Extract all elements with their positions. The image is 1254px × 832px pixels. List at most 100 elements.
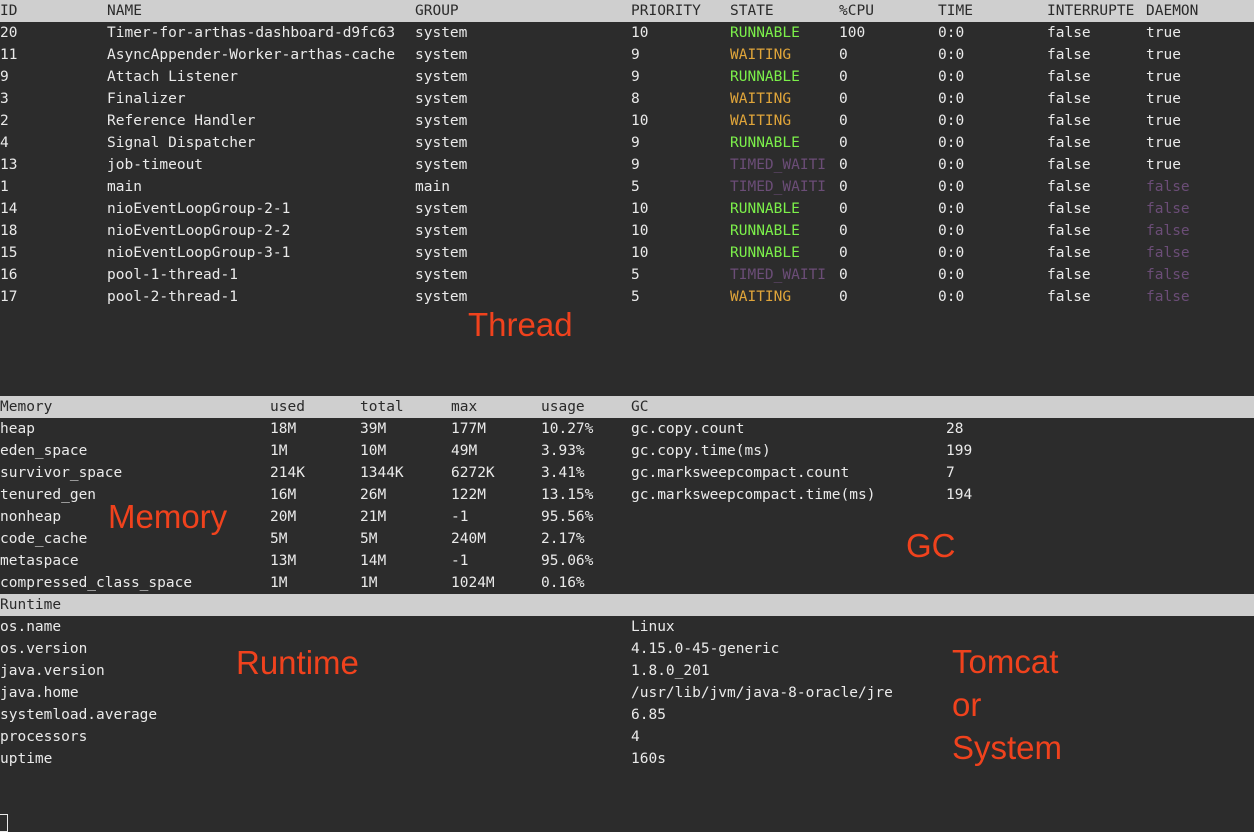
thread-group: system [415, 47, 468, 63]
memory-gc-header: Memory used total max usage GC [0, 396, 1254, 418]
col-group-header: GROUP [415, 3, 459, 19]
thread-priority: 9 [631, 69, 640, 85]
thread-name: nioEventLoopGroup-3-1 [107, 245, 291, 261]
thread-row: 16 pool-1-thread-1 system 5 TIMED_WAITI 0 0:0 f… [0, 264, 1254, 286]
memory-used: 214K [270, 465, 305, 481]
memory-total: 10M [360, 443, 387, 459]
thread-group: system [415, 69, 468, 85]
gc-row: gc.marksweepcompact.count 7 [631, 462, 1251, 484]
gc-row: gc.copy.count 28 [631, 418, 1251, 440]
thread-interrupted: false [1047, 245, 1091, 261]
thread-time: 0:0 [938, 289, 965, 305]
thread-cpu: 100 [839, 25, 866, 41]
thread-time: 0:0 [938, 47, 965, 63]
memory-row: nonheap 20M 21M -1 95.56% [0, 506, 625, 528]
thread-time: 0:0 [938, 223, 965, 239]
col-time-header: TIME [938, 3, 973, 19]
runtime-row: uptime 160s [0, 748, 1254, 770]
thread-row: 11 AsyncAppender-Worker-arthas-cache syste… [0, 44, 1254, 66]
memory-usage: 95.56% [541, 509, 594, 525]
gc-value: 194 [946, 487, 973, 503]
thread-id: 4 [0, 135, 9, 151]
thread-id: 20 [0, 25, 18, 41]
gc-value: 7 [946, 465, 955, 481]
thread-daemon: false [1146, 289, 1190, 305]
thread-daemon: true [1146, 25, 1181, 41]
thread-priority: 5 [631, 289, 640, 305]
memory-name: eden_space [0, 443, 88, 459]
runtime-row: os.version 4.15.0-45-generic [0, 638, 1254, 660]
thread-row: 2 Reference Handler system 10 WAITING 0 0:0 fal… [0, 110, 1254, 132]
thread-cpu: 0 [839, 113, 848, 129]
memory-used: 1M [270, 575, 288, 591]
memory-col-max-header: max [451, 399, 478, 415]
thread-group: system [415, 113, 468, 129]
thread-state: WAITING [730, 91, 792, 107]
memory-used: 18M [270, 421, 297, 437]
memory-annotation: Memory [108, 498, 228, 535]
thread-id: 15 [0, 245, 18, 261]
thread-daemon: false [1146, 267, 1190, 283]
thread-row: 3 Finalizer system 8 WAITING 0 0:0 false true [0, 88, 1254, 110]
thread-priority: 5 [631, 267, 640, 283]
thread-id: 2 [0, 113, 9, 129]
thread-row: 15 nioEventLoopGroup-3-1 system 10 RUNNABLE 0… [0, 242, 1254, 264]
thread-name: main [107, 179, 142, 195]
thread-id: 11 [0, 47, 18, 63]
runtime-value: 4.15.0-45-generic [631, 641, 780, 657]
col-priority-header: PRIORITY [631, 3, 701, 19]
thread-time: 0:0 [938, 267, 965, 283]
thread-interrupted: false [1047, 289, 1091, 305]
thread-group: main [415, 179, 450, 195]
memory-col-total-header: total [360, 399, 404, 415]
thread-row: 14 nioEventLoopGroup-2-1 system 10 RUNNABLE 0… [0, 198, 1254, 220]
thread-priority: 10 [631, 201, 649, 217]
memory-row: compressed_class_space 1M 1M 1024M 0.16% [0, 572, 625, 594]
memory-name: survivor_space [0, 465, 123, 481]
thread-cpu: 0 [839, 289, 848, 305]
runtime-header-label: Runtime [0, 597, 62, 613]
thread-name: Timer-for-arthas-dashboard-d9fc63 [107, 25, 396, 41]
thread-interrupted: false [1047, 113, 1091, 129]
thread-state: RUNNABLE [730, 135, 800, 151]
memory-total: 1344K [360, 465, 404, 481]
thread-state: RUNNABLE [730, 25, 800, 41]
memory-used: 20M [270, 509, 297, 525]
thread-interrupted: false [1047, 69, 1091, 85]
memory-usage: 0.16% [541, 575, 585, 591]
memory-usage: 10.27% [541, 421, 594, 437]
memory-used: 16M [270, 487, 297, 503]
thread-group: system [415, 245, 468, 261]
gc-key: gc.marksweepcompact.time(ms) [631, 487, 876, 503]
runtime-key: os.name [0, 619, 62, 635]
gc-key: gc.copy.time(ms) [631, 443, 771, 459]
thread-daemon: true [1146, 135, 1181, 151]
memory-max: 122M [451, 487, 486, 503]
thread-name: Reference Handler [107, 113, 256, 129]
thread-state: RUNNABLE [730, 69, 800, 85]
thread-group: system [415, 25, 468, 41]
thread-time: 0:0 [938, 69, 965, 85]
thread-daemon: true [1146, 47, 1181, 63]
thread-daemon: false [1146, 245, 1190, 261]
thread-interrupted: false [1047, 135, 1091, 151]
thread-priority: 8 [631, 91, 640, 107]
thread-interrupted: false [1047, 91, 1091, 107]
memory-used: 1M [270, 443, 288, 459]
thread-group: system [415, 157, 468, 173]
thread-row: 18 nioEventLoopGroup-2-2 system 10 RUNNABLE 0… [0, 220, 1254, 242]
thread-interrupted: false [1047, 223, 1091, 239]
runtime-value: Linux [631, 619, 675, 635]
thread-interrupted: false [1047, 179, 1091, 195]
runtime-key: java.home [0, 685, 79, 701]
thread-group: system [415, 267, 468, 283]
memory-used: 13M [270, 553, 297, 569]
memory-col-usage-header: usage [541, 399, 585, 415]
terminal-cursor [0, 814, 8, 832]
thread-time: 0:0 [938, 113, 965, 129]
thread-id: 16 [0, 267, 18, 283]
thread-name: AsyncAppender-Worker-arthas-cache [107, 47, 396, 63]
memory-row: survivor_space 214K 1344K 6272K 3.41% [0, 462, 625, 484]
memory-max: 6272K [451, 465, 495, 481]
thread-group: system [415, 135, 468, 151]
